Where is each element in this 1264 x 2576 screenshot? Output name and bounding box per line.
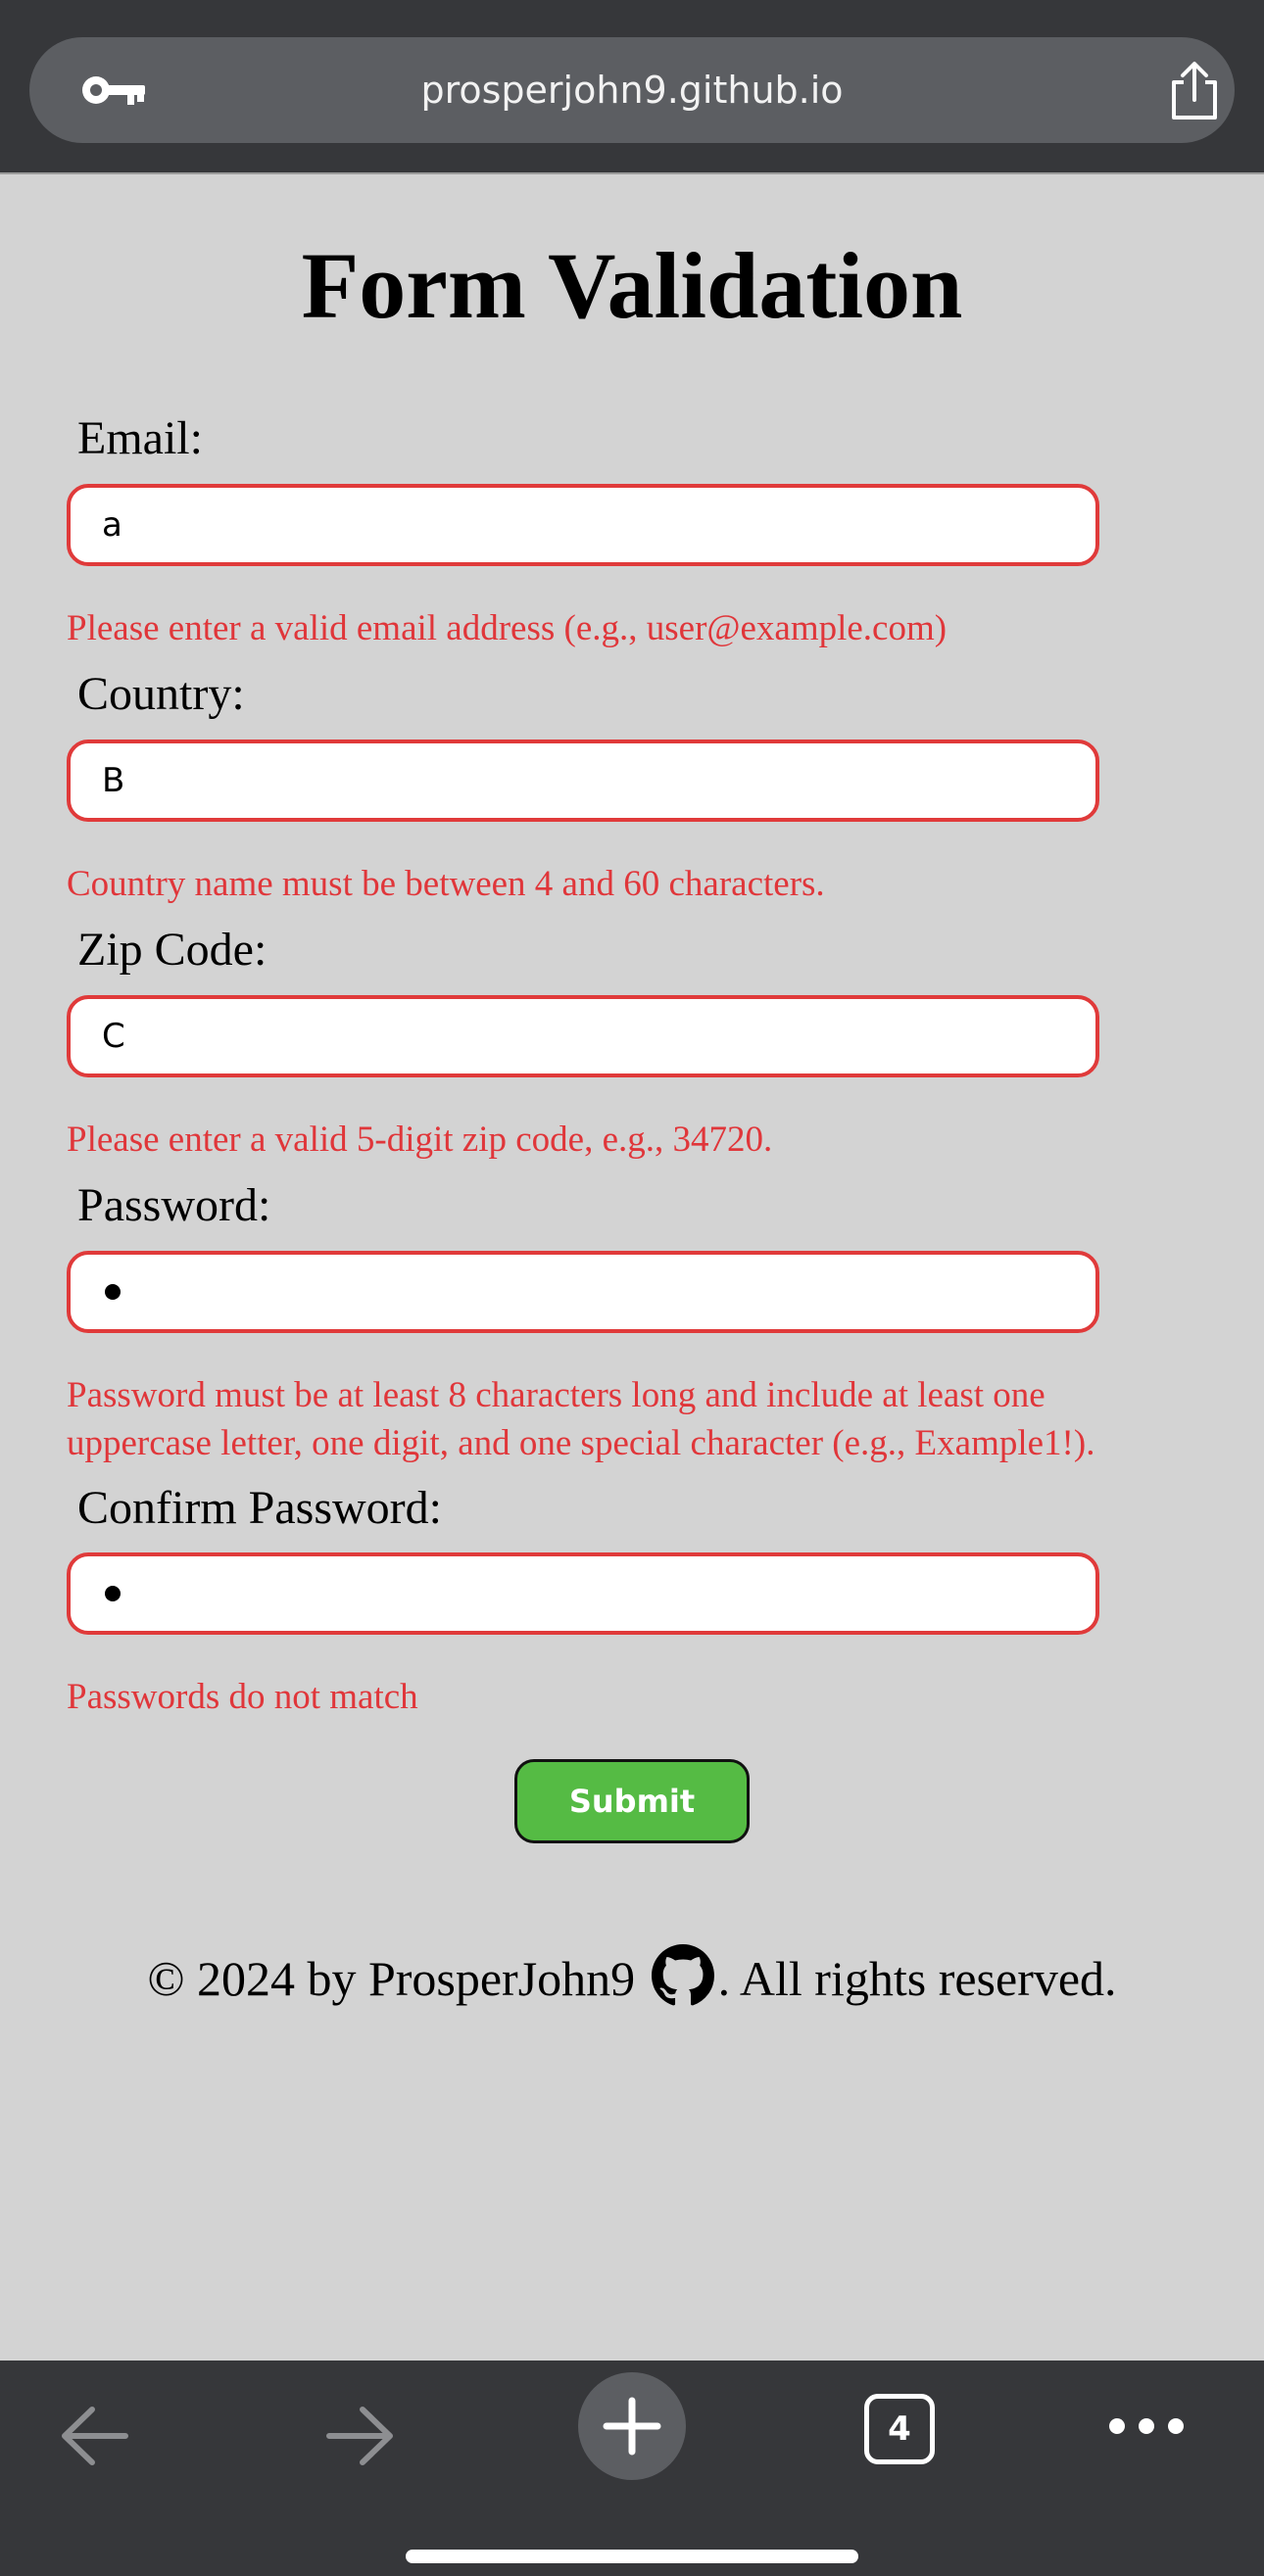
url-text[interactable]: prosperjohn9.github.io	[29, 37, 1235, 143]
email-field[interactable]: a	[67, 484, 1099, 566]
page-title: Form Validation	[301, 233, 963, 338]
top-divider	[0, 172, 1264, 174]
password-mask-dot	[105, 1284, 121, 1300]
country-error: Country name must be between 4 and 60 ch…	[67, 864, 825, 904]
password-error-line2: uppercase letter, one digit, and one spe…	[67, 1423, 1095, 1463]
more-options-icon[interactable]	[1107, 2411, 1186, 2441]
tabs-button[interactable]: 4	[864, 2394, 935, 2464]
browser-top-bar: prosperjohn9.github.io	[0, 0, 1264, 172]
new-tab-button[interactable]	[578, 2372, 686, 2480]
plus-icon	[603, 2397, 661, 2456]
confirm-password-error: Passwords do not match	[67, 1677, 418, 1717]
confirm-password-field[interactable]	[67, 1552, 1099, 1635]
back-arrow-icon[interactable]	[57, 2402, 131, 2470]
home-indicator[interactable]	[406, 2550, 858, 2563]
password-error-line1: Password must be at least 8 characters l…	[67, 1375, 1045, 1415]
zip-label: Zip Code:	[77, 924, 267, 976]
password-error: Password must be at least 8 characters l…	[67, 1371, 1213, 1467]
zip-field-value: C	[102, 1017, 125, 1056]
email-label: Email:	[77, 412, 203, 464]
share-icon[interactable]	[1166, 61, 1223, 121]
footer: © 2024 by ProsperJohn9 . All rights rese…	[0, 1939, 1264, 2018]
zip-error: Please enter a valid 5-digit zip code, e…	[67, 1120, 773, 1160]
confirm-password-mask-dot	[105, 1586, 121, 1601]
password-label: Password:	[77, 1179, 271, 1231]
email-field-value: a	[102, 505, 122, 545]
country-label: Country:	[77, 668, 245, 720]
footer-copyright: © 2024 by ProsperJohn9	[147, 1951, 636, 2006]
zip-field[interactable]: C	[67, 995, 1099, 1077]
address-bar[interactable]: prosperjohn9.github.io	[29, 37, 1235, 143]
email-error: Please enter a valid email address (e.g.…	[67, 608, 948, 648]
confirm-password-label: Confirm Password:	[77, 1482, 442, 1534]
country-field[interactable]: B	[67, 739, 1099, 822]
submit-button[interactable]: Submit	[514, 1759, 750, 1843]
country-field-value: B	[102, 761, 125, 800]
github-icon[interactable]	[651, 1944, 714, 2007]
password-field[interactable]	[67, 1251, 1099, 1333]
forward-arrow-icon[interactable]	[323, 2402, 398, 2470]
footer-rights: . All rights reserved.	[717, 1951, 1117, 2006]
browser-bottom-bar: 4	[0, 2361, 1264, 2576]
